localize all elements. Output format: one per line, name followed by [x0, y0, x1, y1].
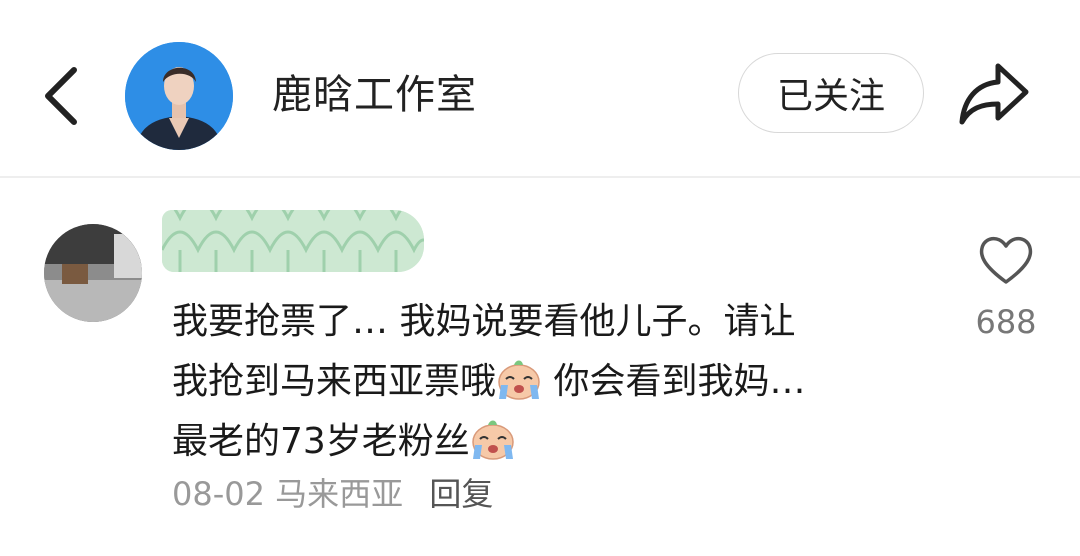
- comment-line: 我要抢票了… 我妈说要看他儿子。请让: [172, 301, 796, 342]
- comment-date: 08-02: [172, 475, 265, 513]
- top-bar: 鹿晗工作室 已关注: [0, 0, 1080, 176]
- comment-line: 我抢到马来西亚票哦 你会看到我妈…: [172, 352, 932, 412]
- username-redaction: [162, 210, 424, 272]
- commenter-avatar[interactable]: [44, 224, 142, 322]
- reply-button[interactable]: 回复: [429, 475, 493, 513]
- crying-peach-emoji: [498, 360, 540, 400]
- chevron-left-icon[interactable]: [30, 58, 94, 134]
- comment-meta: 08-02 马来西亚 回复: [172, 472, 493, 516]
- page-title: 鹿晗工作室: [272, 72, 477, 118]
- comment-location: 马来西亚: [275, 475, 404, 513]
- follow-button[interactable]: 已关注: [738, 53, 924, 133]
- header-divider: [0, 176, 1080, 178]
- like-count: 688: [975, 303, 1037, 341]
- share-arrow-icon[interactable]: [956, 60, 1032, 128]
- profile-avatar[interactable]: [125, 42, 233, 150]
- crying-peach-emoji: [472, 420, 514, 460]
- comment-body: 我要抢票了… 我妈说要看他儿子。请让 我抢到马来西亚票哦 你会看到我妈… 最老的…: [172, 292, 932, 472]
- heart-outline-icon[interactable]: [976, 232, 1036, 288]
- comment-line: 最老的73岁老粉丝: [172, 412, 932, 472]
